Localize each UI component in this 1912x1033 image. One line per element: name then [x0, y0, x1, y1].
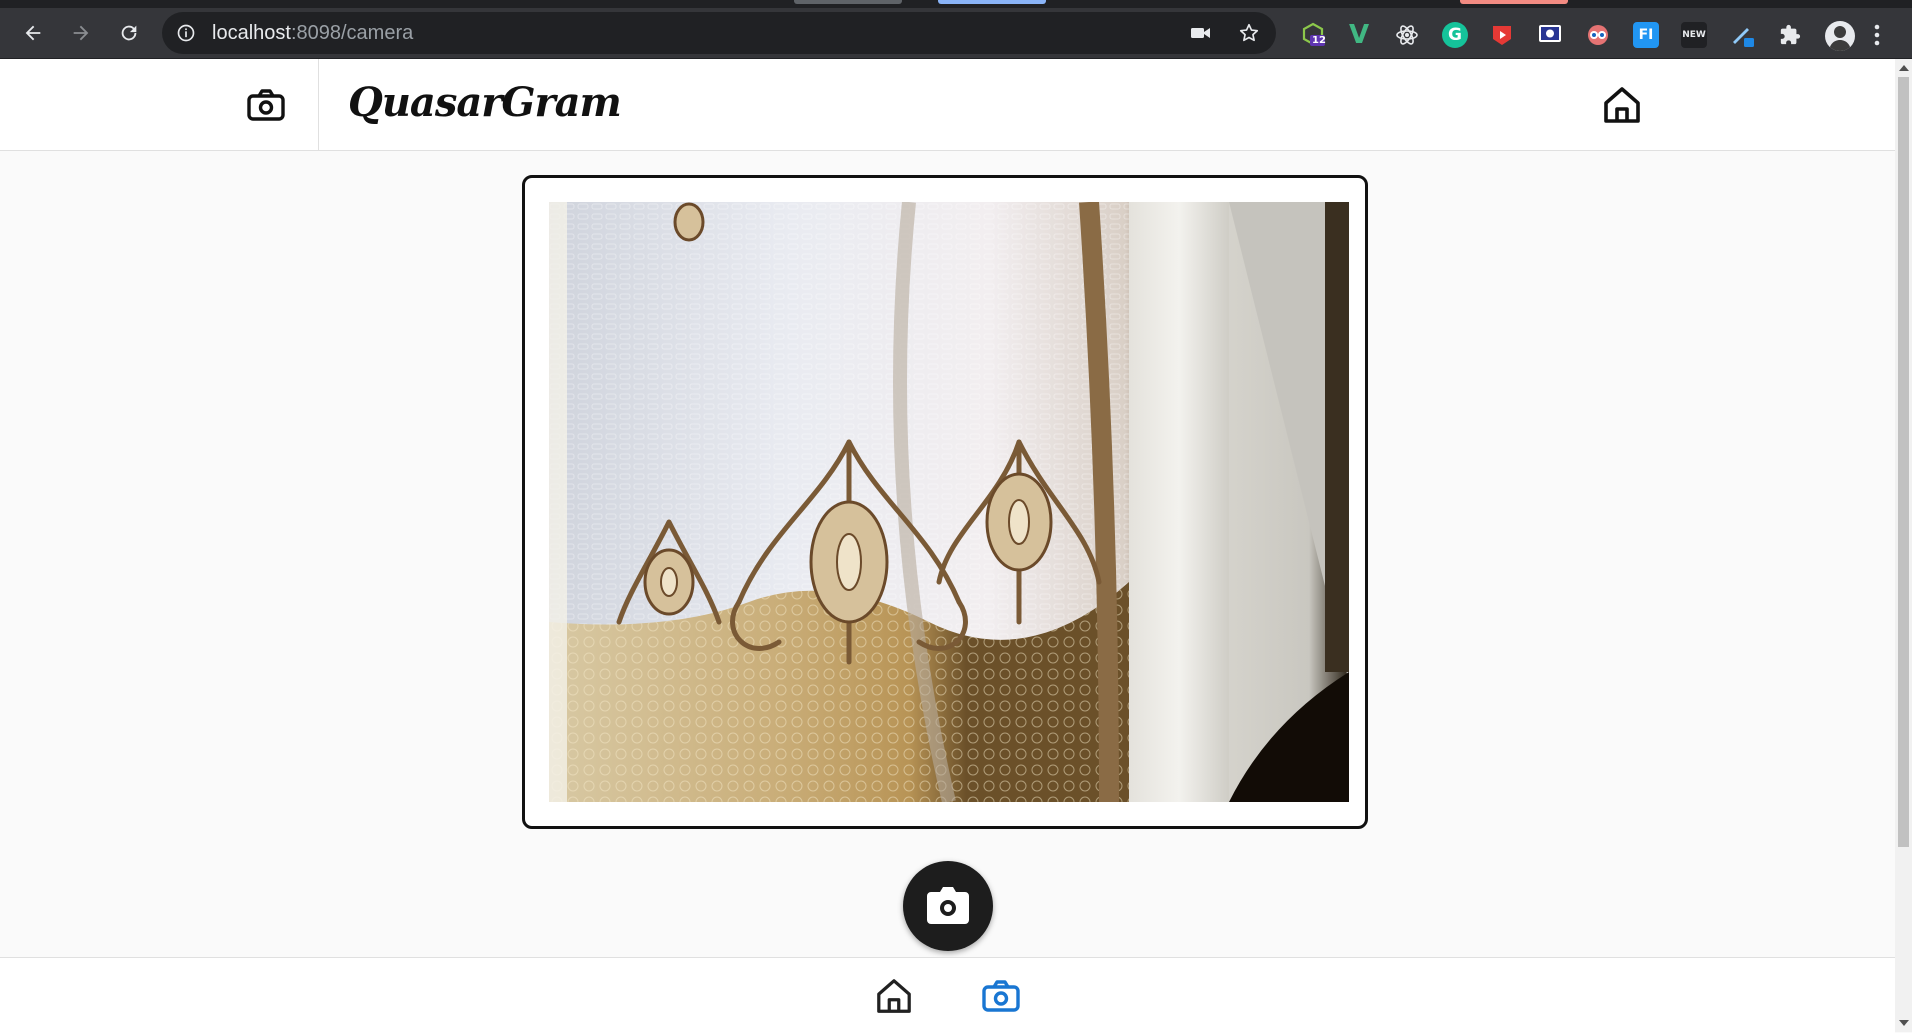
- header-camera-button[interactable]: [244, 85, 288, 125]
- arrow-left-icon: [25, 25, 41, 41]
- forward-button[interactable]: [65, 17, 97, 49]
- reload-icon: [121, 25, 137, 41]
- capture-photo-button[interactable]: [903, 861, 993, 951]
- node-extension-icon[interactable]: 12: [1300, 22, 1326, 48]
- tab-hint[interactable]: [794, 0, 902, 4]
- vue-devtools-icon[interactable]: V: [1346, 20, 1372, 50]
- scroll-down-arrow-icon[interactable]: [1899, 1020, 1909, 1026]
- tab-strip: [0, 0, 1912, 8]
- app-header: QuasarGram: [0, 59, 1895, 151]
- arrow-right-icon: [73, 25, 89, 41]
- fi-extension-icon[interactable]: FI: [1633, 22, 1659, 48]
- reload-button[interactable]: [113, 17, 145, 49]
- browser-menu-icon[interactable]: [1864, 22, 1890, 48]
- header-divider: [318, 59, 319, 150]
- tab-hint[interactable]: [1460, 0, 1568, 4]
- camera-icon: [982, 980, 1020, 1012]
- camera-in-use-icon[interactable]: [1190, 23, 1212, 43]
- home-icon: [877, 979, 911, 1013]
- tab-hint[interactable]: [938, 0, 1046, 4]
- extensions-puzzle-icon[interactable]: [1777, 22, 1803, 48]
- url-text[interactable]: localhost:8098/camera: [212, 22, 413, 44]
- scroll-up-arrow-icon[interactable]: [1899, 65, 1909, 71]
- screencast-extension-icon[interactable]: [1537, 22, 1563, 48]
- page-scrollbar[interactable]: [1895, 59, 1912, 1032]
- bookmark-star-icon[interactable]: [1237, 21, 1261, 45]
- node-extension-badge: 12: [1312, 35, 1326, 46]
- app-title: QuasarGram: [348, 79, 622, 126]
- camera-icon: [247, 89, 285, 121]
- home-icon: [1604, 87, 1640, 123]
- pen-extension-icon[interactable]: [1729, 22, 1755, 48]
- header-home-button[interactable]: [1600, 83, 1644, 127]
- scrollbar-thumb[interactable]: [1898, 77, 1909, 847]
- site-info-icon[interactable]: [176, 23, 196, 43]
- profile-avatar-icon[interactable]: [1825, 21, 1855, 51]
- browser-toolbar: localhost:8098/camera 12 V G FI NEW: [0, 8, 1912, 59]
- camera-icon: [927, 887, 969, 924]
- new-extension-icon[interactable]: NEW: [1681, 22, 1707, 48]
- url-path: :8098/camera: [290, 22, 414, 44]
- camera-video-feed: [549, 202, 1349, 802]
- tab-camera[interactable]: [979, 974, 1023, 1018]
- react-devtools-icon[interactable]: [1394, 22, 1420, 48]
- camera-frame: [522, 175, 1368, 829]
- url-host: localhost: [212, 22, 291, 44]
- eyes-extension-icon[interactable]: [1585, 22, 1611, 48]
- back-button[interactable]: [17, 17, 49, 49]
- address-bar[interactable]: localhost:8098/camera: [162, 12, 1276, 54]
- video-extension-icon[interactable]: [1489, 22, 1515, 48]
- grammarly-icon[interactable]: G: [1442, 22, 1468, 48]
- bottom-tab-bar: [0, 957, 1895, 1033]
- tab-home[interactable]: [872, 974, 916, 1018]
